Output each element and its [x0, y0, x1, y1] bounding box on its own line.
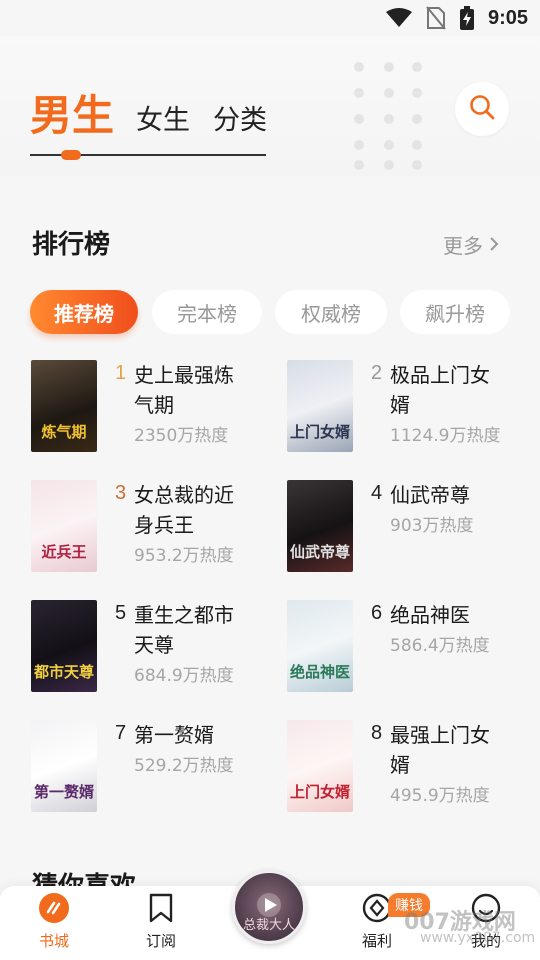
book-item[interactable]: 第一赘婿 7 第一赘婿 529.2万热度	[31, 720, 281, 820]
decorative-dot-pattern	[352, 60, 432, 170]
book-cover: 第一赘婿	[31, 720, 97, 812]
book-cover: 仙武帝尊	[287, 480, 353, 572]
book-rank: 6	[371, 602, 383, 624]
book-title: 女总裁的近身兵王	[134, 483, 234, 537]
wifi-icon	[385, 8, 412, 28]
book-heat: 684.9万热度	[134, 666, 234, 686]
tab-active-indicator	[61, 150, 81, 160]
book-item[interactable]: 上门女婿 2 极品上门女婿 1124.9万热度	[287, 360, 537, 460]
more-label: 更多	[443, 234, 483, 258]
book-cover: 上门女婿	[287, 360, 353, 452]
play-icon	[256, 892, 282, 922]
audio-player-button[interactable]: 总裁大人	[232, 870, 306, 944]
search-icon	[468, 93, 496, 125]
book-rank: 7	[115, 722, 127, 744]
watermark-url: www.yx007.com	[420, 930, 536, 946]
book-title: 仙武帝尊	[390, 483, 470, 507]
book-item[interactable]: 都市天尊 5 重生之都市天尊 684.9万热度	[31, 600, 281, 700]
tab-category[interactable]: 分类	[213, 98, 267, 137]
book-heat: 903万热度	[390, 516, 474, 536]
book-rank: 3	[115, 482, 127, 504]
book-heat: 529.2万热度	[134, 756, 234, 776]
book-rank: 1	[115, 362, 127, 384]
book-title: 最强上门女婿	[390, 723, 490, 777]
bookmark-icon	[145, 892, 177, 924]
nav-label-bookstore: 书城	[38, 932, 69, 950]
nav-subscribe[interactable]: 订阅	[126, 892, 196, 951]
book-title: 重生之都市天尊	[134, 603, 234, 657]
nav-bookstore[interactable]: 书城	[19, 892, 89, 951]
no-sim-icon	[426, 6, 446, 30]
pill-authority[interactable]: 权威榜	[275, 290, 387, 334]
bookstore-icon	[38, 892, 70, 924]
tab-male[interactable]: 男生	[30, 82, 114, 143]
book-item[interactable]: 绝品神医 6 绝品神医 586.4万热度	[287, 600, 537, 700]
book-rank: 5	[115, 602, 127, 624]
book-cover: 炼气期	[31, 360, 97, 452]
book-heat: 1124.9万热度	[390, 426, 501, 446]
battery-charging-icon	[459, 6, 474, 30]
book-cover: 近兵王	[31, 480, 97, 572]
book-heat: 586.4万热度	[390, 636, 490, 656]
book-cover: 都市天尊	[31, 600, 97, 692]
book-item[interactable]: 上门女婿 8 最强上门女婿 495.9万热度	[287, 720, 537, 820]
ranking-more-link[interactable]: 更多	[443, 230, 499, 259]
book-heat: 953.2万热度	[134, 546, 234, 566]
book-rank: 2	[371, 362, 383, 384]
book-item[interactable]: 炼气期 1 史上最强炼气期 2350万热度	[31, 360, 281, 460]
pill-recommend[interactable]: 推荐榜	[30, 290, 138, 334]
book-cover: 上门女婿	[287, 720, 353, 812]
nav-label-subscribe: 订阅	[145, 932, 176, 950]
book-item[interactable]: 近兵王 3 女总裁的近身兵王 953.2万热度	[31, 480, 281, 580]
book-title: 史上最强炼气期	[134, 363, 234, 417]
book-rank: 8	[371, 722, 383, 744]
ranking-title: 排行榜	[32, 230, 111, 260]
status-bar: 9:05	[0, 0, 540, 36]
book-heat: 2350万热度	[134, 426, 229, 446]
status-time: 9:05	[487, 6, 528, 29]
book-title: 绝品神医	[390, 603, 470, 627]
book-heat: 495.9万热度	[390, 786, 490, 806]
search-button[interactable]	[455, 82, 509, 136]
book-rank: 4	[371, 482, 383, 504]
pill-completed[interactable]: 完本榜	[152, 290, 262, 334]
top-header: 男生 女生 分类	[0, 36, 540, 176]
book-cover: 绝品神医	[287, 600, 353, 692]
nav-label-welfare: 福利	[361, 932, 392, 950]
tab-female[interactable]: 女生	[136, 98, 190, 137]
chevron-right-icon	[489, 233, 499, 257]
pill-rising[interactable]: 飙升榜	[400, 290, 510, 334]
book-title: 极品上门女婿	[390, 363, 490, 417]
book-item[interactable]: 仙武帝尊 4 仙武帝尊 903万热度	[287, 480, 537, 580]
book-title: 第一赘婿	[134, 723, 214, 747]
